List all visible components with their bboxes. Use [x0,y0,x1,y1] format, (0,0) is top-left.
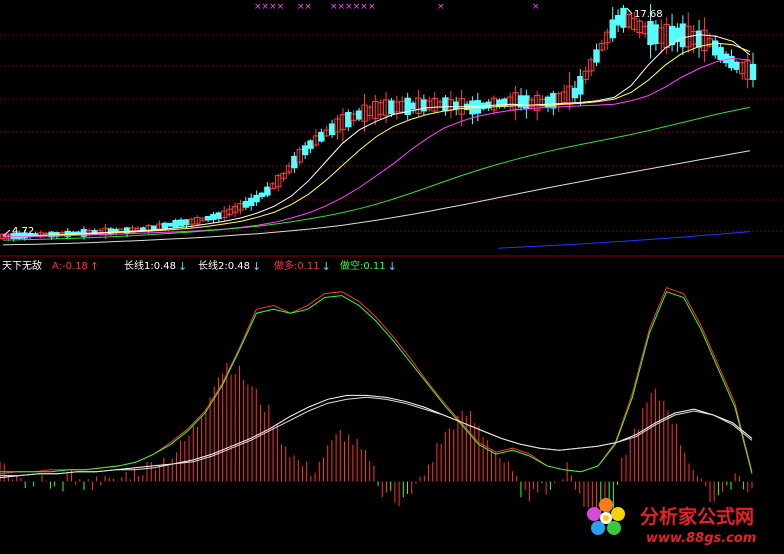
arrow-down-icon: ↓ [322,260,331,273]
price-low-label: 4.72 [12,226,34,237]
watermark-url: www.88gs.com [646,531,756,546]
signal-marker: ××××× [330,2,368,12]
chart-background [0,0,784,554]
indicator-legend-item: 长线1:0.48 [124,259,176,272]
indicator-legend-item: 长线2:0.48 [198,259,250,272]
price-high-label: 17.68 [634,9,663,20]
candle [167,222,174,227]
signal-marker: × [437,2,445,12]
signal-marker: × [368,2,376,12]
candle [172,218,179,229]
signal-marker: ×××× [254,2,284,12]
signal-marker: ×× [297,2,312,12]
indicator-legend-item: 做空:0.11 [340,259,386,272]
watermark-title: 分析家公式网 [640,505,754,528]
candle [150,225,158,230]
signal-marker: × [532,2,540,12]
arrow-down-icon: ↓ [178,260,187,273]
arrow-up-icon: ↑ [90,260,99,273]
indicator-name: 天下无敌 [2,259,42,272]
indicator-legend-item: A:-0.18 [52,261,88,272]
indicator-legend-item: 做多:0.11 [274,259,320,272]
arrow-down-icon: ↓ [252,260,261,273]
stock-chart[interactable]: ×××× ×× ××××× × × × 17.68 4.72 天下无敌 A:-0.18 ↑ 长… [0,0,784,554]
arrow-down-icon: ↓ [388,260,397,273]
